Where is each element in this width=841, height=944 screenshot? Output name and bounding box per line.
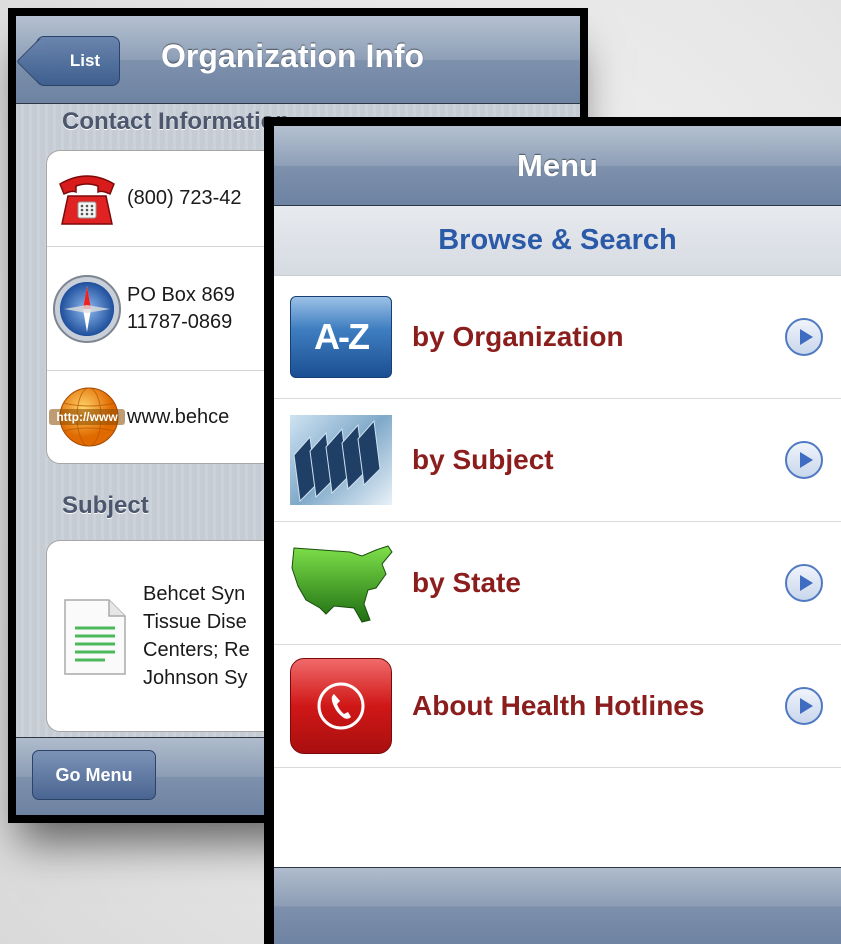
menu-item-about-health-hotlines[interactable]: About Health Hotlines	[274, 645, 841, 768]
document-icon	[47, 594, 143, 678]
menu-item-label: About Health Hotlines	[412, 690, 705, 721]
contact-section-header: Contact Information	[62, 108, 290, 135]
address-line-1: PO Box 869	[127, 283, 235, 306]
page-title: Menu	[517, 147, 598, 183]
subject-line-1: Behcet Syn	[143, 583, 246, 605]
section-title: Browse & Search	[438, 224, 677, 256]
a-z-icon-text: A-Z	[290, 296, 392, 378]
menu-item-label: by Organization	[412, 321, 624, 352]
us-map-icon	[290, 538, 393, 628]
back-to-list-button[interactable]: List	[36, 36, 120, 86]
menu-item-label: by Subject	[412, 444, 554, 475]
a-z-icon: A-Z	[290, 296, 392, 378]
subject-line-4: Johnson Sy	[143, 667, 248, 689]
menu-item-by-state[interactable]: by State	[274, 522, 841, 645]
menu-screen: Menu Browse & Search A-Z by Organization	[274, 126, 841, 944]
front-phone: Menu Browse & Search A-Z by Organization	[264, 117, 841, 944]
go-menu-button[interactable]: Go Menu	[32, 750, 156, 800]
website-url: www.behce	[127, 405, 230, 428]
subject-text: Behcet Syn Tissue Dise Centers; Re Johns…	[143, 580, 250, 692]
bottom-toolbar	[274, 867, 841, 944]
menu-item-by-subject[interactable]: by Subject	[274, 399, 841, 522]
menu-item-label: by State	[412, 567, 521, 598]
disclosure-arrow-icon[interactable]	[785, 564, 823, 602]
globe-icon-text: http://www	[56, 410, 118, 424]
compass-icon	[47, 274, 127, 344]
address-text: PO Box 869 11787-0869	[127, 282, 235, 336]
navigation-bar: List Organization Info	[16, 16, 580, 104]
phone-number: (800) 723-42	[127, 187, 242, 209]
subject-section-header: Subject	[62, 492, 149, 519]
section-header: Browse & Search	[274, 206, 841, 276]
disclosure-arrow-icon[interactable]	[785, 687, 823, 725]
subject-line-3: Centers; Re	[143, 639, 250, 661]
files-icon	[290, 415, 392, 505]
navigation-bar: Menu	[274, 126, 841, 206]
subject-line-2: Tissue Dise	[143, 611, 247, 633]
address-line-2: 11787-0869	[127, 310, 233, 333]
menu-item-by-organization[interactable]: A-Z by Organization	[274, 276, 841, 399]
telephone-icon	[47, 170, 127, 228]
back-button-label: List	[69, 51, 101, 70]
phone-app-icon	[290, 658, 392, 754]
disclosure-arrow-icon[interactable]	[785, 318, 823, 356]
globe-icon: http://www	[47, 385, 127, 449]
page-title: Organization Info	[161, 38, 425, 74]
disclosure-arrow-icon[interactable]	[785, 441, 823, 479]
